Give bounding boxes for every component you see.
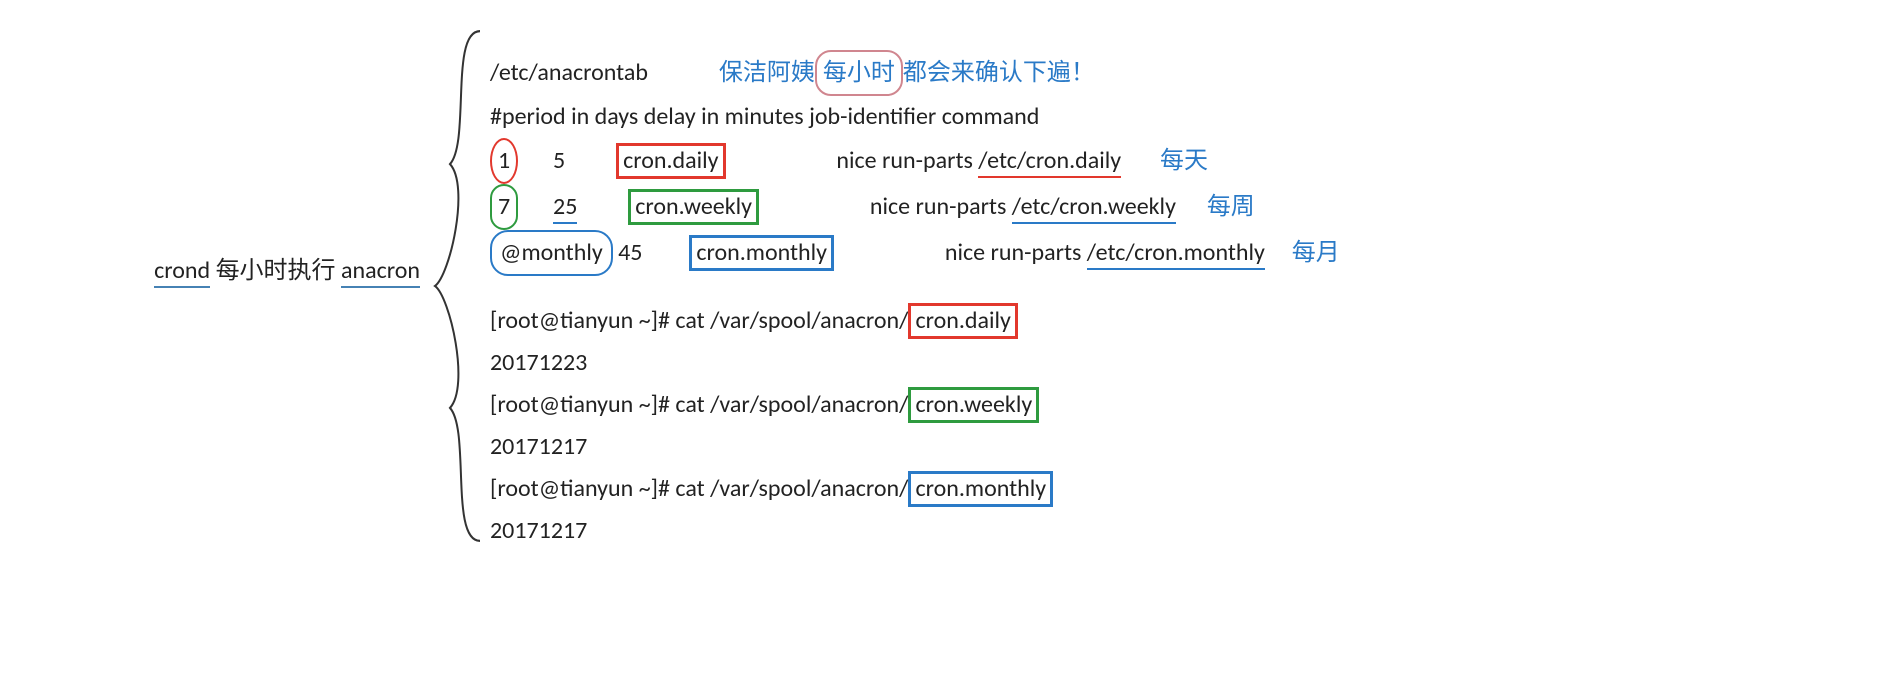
cmd: cat /var/spool/anacron/ [675, 306, 908, 335]
left-caption: crond 每小时执行 anacron [30, 20, 430, 285]
term-line-1: [root@tianyun ~]# cat /var/spool/anacron… [490, 300, 1860, 342]
job-id: cron.monthly [689, 235, 834, 271]
delay: 5 [553, 146, 565, 175]
label: 每天 [1160, 146, 1208, 175]
entry-monthly: @monthly 45 cron.monthly nice run-parts … [490, 230, 1860, 276]
file: cron.daily [908, 303, 1017, 339]
prompt: [root@tianyun ~]# [490, 390, 675, 419]
cmd: cat /var/spool/anacron/ [675, 390, 908, 419]
delay: 45 [618, 238, 642, 267]
note-b: 每小时 [815, 50, 903, 96]
anacrontab-path: /etc/anacrontab [490, 58, 648, 87]
content: /etc/anacrontab 保洁阿姨每小时都会来确认下遍！ #period … [490, 20, 1860, 552]
left-t1: crond [154, 256, 210, 288]
file: cron.weekly [908, 387, 1039, 423]
entry-weekly: 7 25 cron.weekly nice run-parts /etc/cro… [490, 184, 1860, 230]
job-id: cron.weekly [628, 189, 759, 225]
period: 1 [490, 138, 518, 184]
term-out-1: 20171223 [490, 342, 1860, 384]
term-out-3: 20171217 [490, 510, 1860, 552]
file: cron.monthly [908, 471, 1053, 507]
left-t2: 每小时执行 [216, 256, 336, 285]
job-id: cron.daily [616, 143, 725, 179]
term-line-2: [root@tianyun ~]# cat /var/spool/anacron… [490, 384, 1860, 426]
prompt: [root@tianyun ~]# [490, 306, 675, 335]
cmd-a: nice run-parts [945, 238, 1087, 267]
label: 每周 [1207, 192, 1255, 221]
note-c: 都会来确认下遍！ [903, 58, 1095, 87]
delay: 25 [553, 192, 577, 224]
term-line-3: [root@tianyun ~]# cat /var/spool/anacron… [490, 468, 1860, 510]
term-out-2: 20171217 [490, 426, 1860, 468]
cmd-b: /etc/cron.daily [978, 146, 1121, 178]
header-row: /etc/anacrontab 保洁阿姨每小时都会来确认下遍！ [490, 50, 1860, 96]
brace-icon [430, 20, 490, 552]
prompt: [root@tianyun ~]# [490, 474, 675, 503]
period: 7 [490, 184, 518, 230]
cmd-a: nice run-parts [836, 146, 978, 175]
note-a: 保洁阿姨 [719, 58, 815, 87]
cmd-b: /etc/cron.monthly [1087, 238, 1265, 270]
entry-daily: 1 5 cron.daily nice run-parts /etc/cron.… [490, 138, 1860, 184]
period: @monthly [490, 230, 613, 276]
cmd-b: /etc/cron.weekly [1012, 192, 1176, 224]
cmd: cat /var/spool/anacron/ [675, 474, 908, 503]
cmd-a: nice run-parts [870, 192, 1012, 221]
comment-row: #period in days delay in minutes job-ide… [490, 96, 1860, 138]
label: 每月 [1292, 238, 1340, 267]
left-t3: anacron [341, 256, 420, 288]
